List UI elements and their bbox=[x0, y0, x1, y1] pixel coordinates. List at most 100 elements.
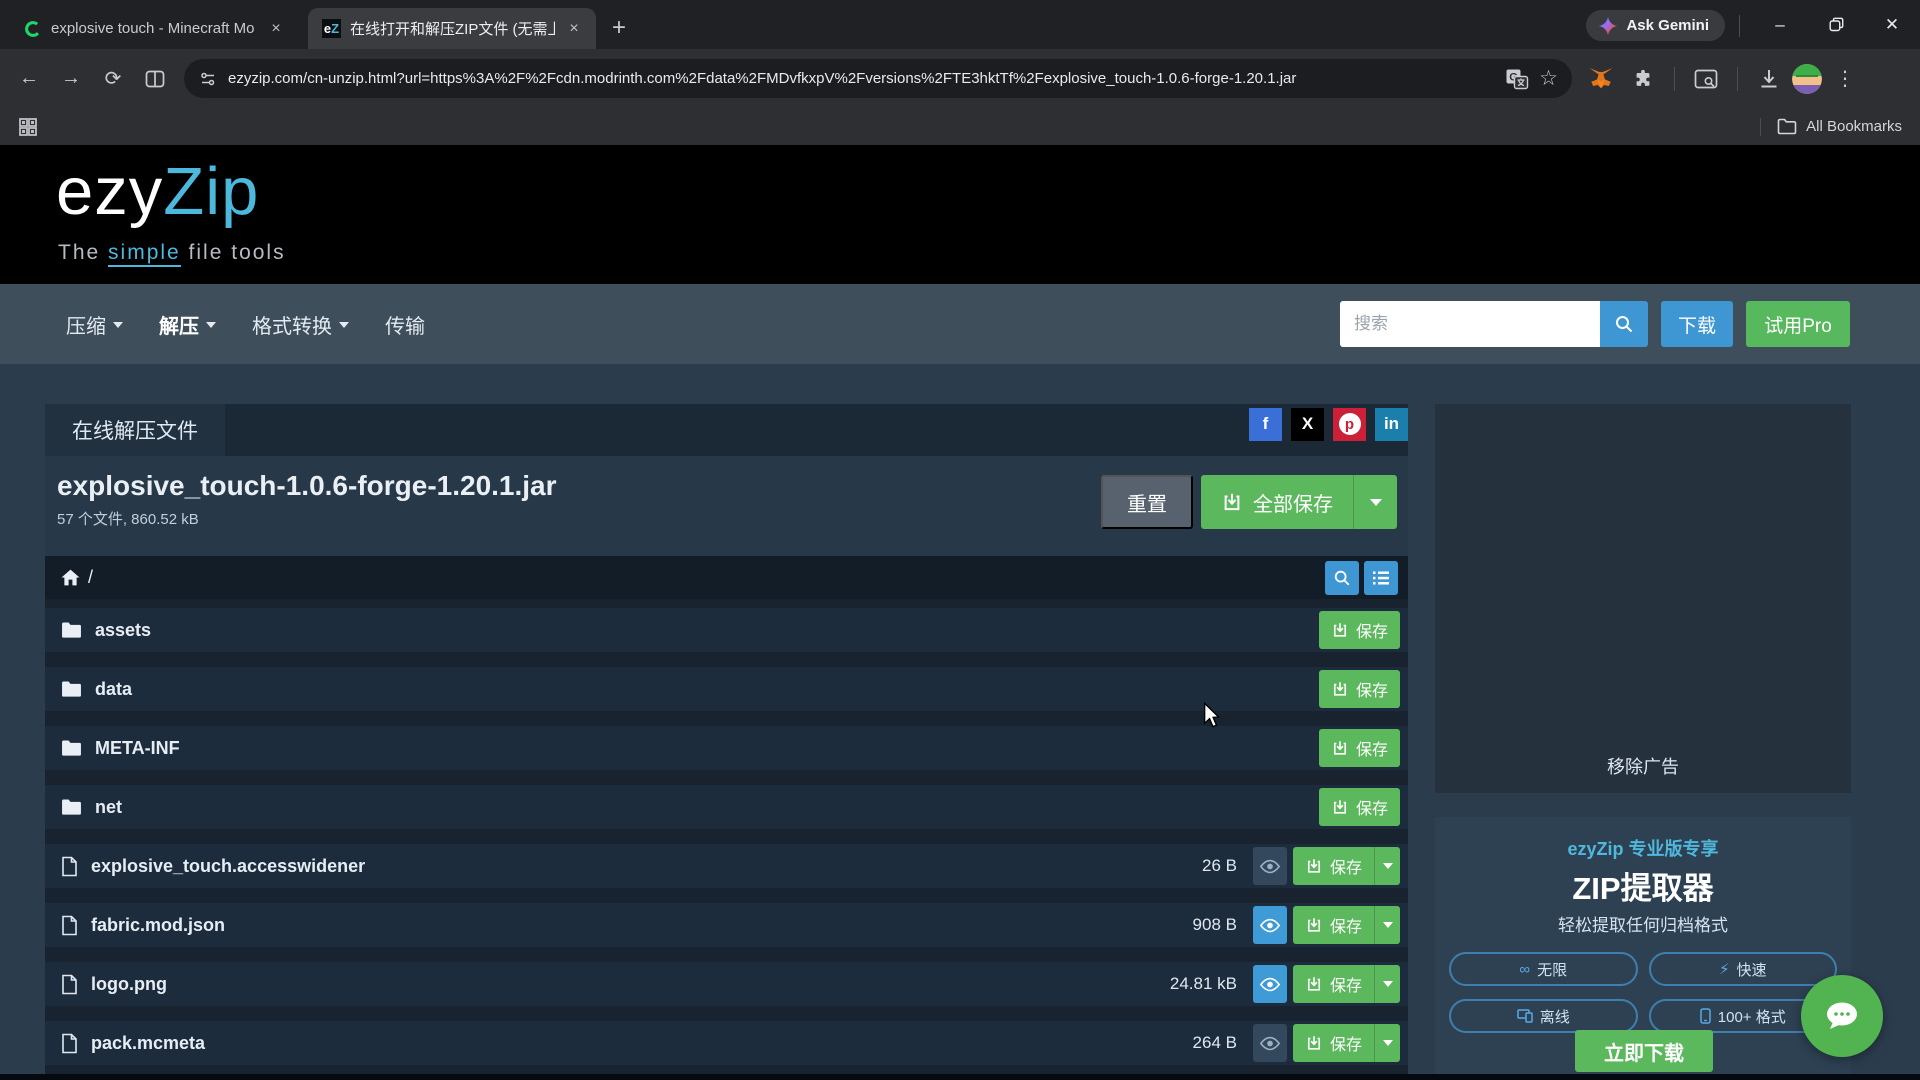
window-controls: – ✕ bbox=[1752, 0, 1920, 49]
folder-name[interactable]: META-INF bbox=[95, 738, 180, 759]
folder-name[interactable]: data bbox=[95, 679, 132, 700]
facebook-share-button[interactable]: f bbox=[1249, 408, 1282, 441]
preview-eye-button[interactable] bbox=[1253, 965, 1287, 1003]
address-bar[interactable]: ezyzip.com/cn-unzip.html?url=https%3A%2F… bbox=[184, 59, 1572, 98]
list-toolbar bbox=[1325, 561, 1398, 595]
file-name[interactable]: logo.png bbox=[91, 974, 167, 995]
save-dropdown[interactable] bbox=[1374, 906, 1400, 944]
metamask-extension-icon[interactable] bbox=[1582, 60, 1620, 98]
all-bookmarks-label: All Bookmarks bbox=[1806, 118, 1902, 135]
try-pro-button[interactable]: 试用Pro bbox=[1746, 301, 1850, 347]
bookmark-star-icon[interactable]: ☆ bbox=[1539, 66, 1558, 91]
remove-ads-link[interactable]: 移除广告 bbox=[1607, 753, 1679, 793]
save-button[interactable]: 保存 bbox=[1319, 611, 1400, 649]
x-share-button[interactable]: X bbox=[1291, 408, 1324, 441]
save-button[interactable]: 保存 bbox=[1293, 906, 1400, 944]
list-view-button[interactable] bbox=[1364, 561, 1398, 595]
save-dropdown[interactable] bbox=[1374, 1024, 1400, 1062]
tab-title: explosive touch - Minecraft Mo bbox=[51, 20, 257, 37]
reading-mode-icon[interactable] bbox=[136, 60, 174, 98]
save-button[interactable]: 保存 bbox=[1293, 1024, 1400, 1062]
eye-icon bbox=[1259, 1036, 1281, 1051]
download-nav-button[interactable]: 下载 bbox=[1661, 301, 1733, 347]
save-button[interactable]: 保存 bbox=[1319, 788, 1400, 826]
ad-placeholder: 移除广告 bbox=[1435, 404, 1851, 793]
folder-name[interactable]: net bbox=[95, 797, 122, 818]
apps-grid-icon[interactable] bbox=[18, 117, 38, 137]
reset-button[interactable]: 重置 bbox=[1101, 475, 1193, 529]
menu-kebab-icon[interactable]: ⋮ bbox=[1826, 60, 1864, 98]
nav-label: 格式转换 bbox=[252, 310, 332, 339]
preview-eye-button[interactable] bbox=[1253, 1024, 1287, 1062]
save-button[interactable]: 保存 bbox=[1319, 729, 1400, 767]
side-search-icon[interactable] bbox=[1687, 60, 1725, 98]
site-logo[interactable]: ezyZip bbox=[56, 153, 259, 230]
site-info-icon[interactable] bbox=[198, 69, 218, 89]
save-icon bbox=[1331, 680, 1349, 698]
downloads-icon[interactable] bbox=[1750, 60, 1788, 98]
filter-search-button[interactable] bbox=[1325, 561, 1359, 595]
file-name[interactable]: pack.mcmeta bbox=[91, 1033, 205, 1054]
back-icon[interactable]: ← bbox=[10, 60, 48, 98]
file-icon bbox=[61, 1033, 78, 1054]
badge-offline: 离线 bbox=[1449, 999, 1638, 1033]
extensions-puzzle-icon[interactable] bbox=[1624, 60, 1662, 98]
home-icon[interactable] bbox=[61, 569, 80, 586]
tab-online-unzip[interactable]: 在线解压文件 bbox=[45, 404, 225, 456]
promo-kicker: ezyZip 专业版专享 bbox=[1435, 835, 1851, 861]
nav-item-unzip[interactable]: 解压 bbox=[159, 310, 216, 339]
chat-widget-button[interactable] bbox=[1801, 975, 1883, 1057]
badge-label: 100+ 格式 bbox=[1718, 1006, 1786, 1027]
search-input[interactable] bbox=[1340, 301, 1600, 347]
preview-eye-button[interactable] bbox=[1253, 906, 1287, 944]
minimize-button[interactable]: – bbox=[1752, 0, 1808, 49]
monitor-icon bbox=[1517, 1009, 1533, 1023]
save-button[interactable]: 保存 bbox=[1293, 847, 1400, 885]
page-content: 在线解压文件 f X p in explosive_touch-1.0.6-fo… bbox=[0, 364, 1920, 1080]
all-bookmarks-button[interactable]: All Bookmarks bbox=[1777, 118, 1902, 135]
profile-avatar[interactable] bbox=[1792, 64, 1822, 94]
close-button[interactable]: ✕ bbox=[1864, 0, 1920, 49]
tab-close-icon[interactable]: × bbox=[564, 19, 584, 39]
tab-close-icon[interactable]: × bbox=[266, 19, 286, 39]
restore-button[interactable] bbox=[1808, 0, 1864, 49]
divider bbox=[1674, 67, 1675, 91]
site-tagline: The simple file tools bbox=[58, 241, 286, 265]
forward-icon[interactable]: → bbox=[52, 60, 90, 98]
save-all-dropdown[interactable] bbox=[1353, 475, 1397, 529]
tab-ezyzip-unzip[interactable]: eZ 在线打开和解压ZIP文件 (无需上 × bbox=[308, 8, 596, 49]
save-dropdown[interactable] bbox=[1374, 847, 1400, 885]
ask-gemini-button[interactable]: Ask Gemini bbox=[1586, 10, 1725, 41]
tab-minecraft-mod[interactable]: explosive touch - Minecraft Mo × bbox=[10, 8, 298, 49]
eye-icon bbox=[1259, 859, 1281, 874]
chevron-down-icon bbox=[113, 322, 123, 328]
download-now-button[interactable]: 立即下载 bbox=[1575, 1030, 1713, 1072]
save-button[interactable]: 保存 bbox=[1293, 965, 1400, 1003]
save-dropdown[interactable] bbox=[1374, 965, 1400, 1003]
breadcrumb[interactable]: / bbox=[61, 567, 93, 588]
new-tab-button[interactable]: + bbox=[602, 11, 636, 45]
nav-label: 传输 bbox=[385, 310, 425, 339]
nav-item-convert[interactable]: 格式转换 bbox=[252, 310, 349, 339]
url-text[interactable]: ezyzip.com/cn-unzip.html?url=https%3A%2F… bbox=[228, 70, 1495, 87]
save-button[interactable]: 保存 bbox=[1319, 670, 1400, 708]
save-all-button[interactable]: 全部保存 bbox=[1201, 475, 1397, 529]
linkedin-share-button[interactable]: in bbox=[1375, 408, 1408, 441]
reload-icon[interactable]: ⟳ bbox=[94, 60, 132, 98]
phone-icon bbox=[1700, 1008, 1711, 1024]
file-name[interactable]: fabric.mod.json bbox=[91, 915, 225, 936]
file-name[interactable]: explosive_touch.accesswidener bbox=[91, 856, 365, 877]
navbar-right: 下载 试用Pro bbox=[1340, 301, 1850, 347]
divider bbox=[1737, 67, 1738, 91]
search-button[interactable] bbox=[1600, 301, 1648, 347]
preview-eye-button[interactable] bbox=[1253, 847, 1287, 885]
badge-label: 快速 bbox=[1737, 959, 1767, 980]
translate-icon[interactable]: G bbox=[1505, 68, 1529, 90]
pinterest-share-button[interactable]: p bbox=[1333, 408, 1366, 441]
chevron-down-icon bbox=[1370, 499, 1382, 506]
chevron-down-icon bbox=[339, 322, 349, 328]
folder-name[interactable]: assets bbox=[95, 620, 151, 641]
nav-item-compress[interactable]: 压缩 bbox=[66, 310, 123, 339]
nav-item-transfer[interactable]: 传输 bbox=[385, 310, 425, 339]
badge-fast: ⚡ 快速 bbox=[1649, 952, 1838, 986]
